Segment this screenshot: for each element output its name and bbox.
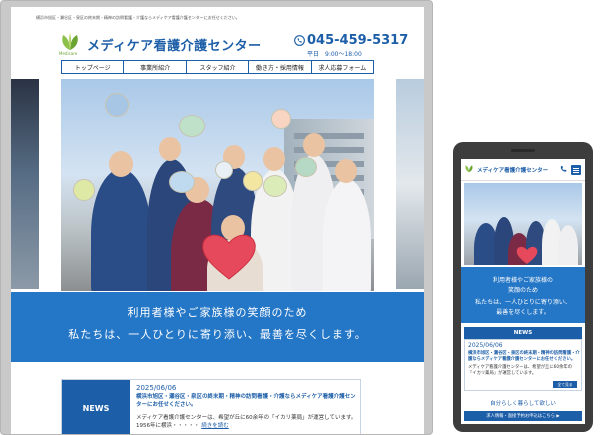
- mobile-footer-tagline: 自分らしく暮らして欲しい: [490, 401, 556, 407]
- mobile-news-label: NEWS: [464, 327, 582, 339]
- leaf-logo-icon[interactable]: [464, 164, 474, 173]
- stage: 横浜市旭区・瀬谷区・泉区の終末期・精神の訪問看護・介護ならメディケア看護介護セン…: [0, 0, 600, 435]
- banner-line-1: 利用者様やご家族様の笑顔のため: [127, 306, 308, 319]
- news-section: NEWS 2025/06/06 横浜市旭区・瀬谷区・泉区の終末期・精神の訪問看護…: [61, 379, 361, 434]
- smiley-sign-icon: [295, 157, 317, 177]
- smiley-sign-icon: [271, 109, 291, 129]
- site-tagline: 横浜市旭区・瀬谷区・泉区の終末期・精神の訪問看護・介護ならメディケア看護介護セン…: [36, 15, 240, 20]
- mobile-news-date: 2025/06/06: [468, 342, 503, 349]
- site-logo-text[interactable]: メディケア看護介護センター: [87, 35, 262, 54]
- recruit-apply-button[interactable]: 求人情報・面接予約お申込はこちら ▶: [464, 411, 582, 421]
- smiley-sign-icon: [215, 161, 233, 179]
- hamburger-menu-icon[interactable]: [571, 165, 581, 175]
- news-body-text: メディケア看護介護センターは、希望が丘に60余年の「イカリ薬局」が運営しています…: [136, 415, 357, 429]
- news-label: NEWS: [62, 380, 130, 434]
- mobile-banner-line-2: 笑顔のため: [507, 287, 538, 294]
- staff-head: [335, 159, 357, 183]
- news-title[interactable]: 横浜市旭区・瀬谷区・泉区の終末期・精神の訪問看護・介護ならメディケア看護介護セン…: [136, 393, 358, 409]
- hero-prev-slide[interactable]: [11, 79, 39, 289]
- mobile-banner-line-3: 私たちは、一人ひとりに寄り添い、: [475, 299, 571, 306]
- staff-figure: [91, 169, 151, 291]
- phone-icon[interactable]: [559, 165, 567, 173]
- phone-icon: [294, 35, 305, 46]
- mobile-banner-line-4: 最善を尽くします。: [496, 309, 550, 316]
- smiley-sign-icon: [73, 179, 95, 201]
- heart-sign-icon: [516, 246, 538, 265]
- hero-next-slide[interactable]: [396, 79, 424, 289]
- staff-head: [303, 133, 325, 157]
- nav-item-apply[interactable]: 求人応募フォーム: [310, 61, 375, 73]
- business-hours: 平日 9:00〜18:00: [307, 51, 362, 58]
- mobile-logo-text[interactable]: メディケア看護介護センター: [477, 166, 548, 174]
- phone-frame: メディケア看護介護センター 利用者様やご家族様の 笑顔のため 私たちは、一人ひと…: [453, 142, 593, 432]
- mobile-mission-banner: 利用者様やご家族様の 笑顔のため 私たちは、一人ひとりに寄り添い、 最善を尽くし…: [461, 267, 585, 323]
- banner-line-2: 私たちは、一人ひとりに寄り添い、最善を尽くします。: [68, 328, 367, 341]
- mobile-hero-photo: [464, 183, 582, 265]
- desktop-page: 横浜市旭区・瀬谷区・泉区の終末期・精神の訪問看護・介護ならメディケア看護介護セン…: [11, 7, 424, 434]
- global-nav: トップページ 事業所紹介 スタッフ紹介 働き方・採用情報 求人応募フォーム: [61, 60, 375, 74]
- nav-item-office[interactable]: 事業所紹介: [123, 61, 185, 73]
- smiley-sign-icon: [263, 175, 287, 197]
- phone-speaker: [511, 149, 535, 152]
- mission-banner: 利用者様やご家族様の笑顔のため 私たちは、一人ひとりに寄り添い、最善を尽くします…: [11, 292, 424, 362]
- desktop-frame: 横浜市旭区・瀬谷区・泉区の終末期・精神の訪問看護・介護ならメディケア看護介護セン…: [0, 0, 433, 435]
- mobile-banner-line-1: 利用者様やご家族様の: [492, 277, 553, 284]
- heart-sign-icon: [202, 234, 256, 280]
- nav-item-recruit[interactable]: 働き方・採用情報: [248, 61, 310, 73]
- staff-figure: [323, 179, 371, 291]
- smiley-sign-icon: [105, 93, 129, 117]
- smiley-sign-icon: [243, 171, 263, 191]
- staff-head: [159, 137, 181, 161]
- view-all-button[interactable]: 全て見る: [553, 381, 577, 388]
- smiley-sign-icon: [179, 115, 205, 137]
- logo-subtext: Medicare: [59, 51, 78, 56]
- staff-head: [109, 151, 133, 177]
- news-date: 2025/06/06: [136, 384, 177, 392]
- mobile-news-title[interactable]: 横浜市旭区・瀬谷区・泉区の終末期・精神の訪問看護・介護ならメディケア看護介護セン…: [468, 351, 580, 363]
- mobile-news-section: 2025/06/06 横浜市旭区・瀬谷区・泉区の終末期・精神の訪問看護・介護なら…: [464, 339, 582, 391]
- read-more-link[interactable]: 続きを読む: [201, 423, 229, 429]
- staff-head: [263, 147, 285, 171]
- mobile-news-body: メディケア看護介護センターは、希望が丘に60余年の「イカリ薬局」が運営しています…: [468, 365, 572, 376]
- phone-number[interactable]: 045-459-5317: [307, 33, 408, 48]
- phone-screen: メディケア看護介護センター 利用者様やご家族様の 笑顔のため 私たちは、一人ひと…: [461, 159, 585, 424]
- hero-photo: [61, 79, 374, 291]
- news-body: メディケア看護介護センターは、希望が丘に60余年の「イカリ薬局」が運営しています…: [136, 414, 358, 430]
- nav-item-top[interactable]: トップページ: [61, 61, 123, 73]
- mobile-header: メディケア看護介護センター: [461, 159, 585, 181]
- leaf-logo-icon[interactable]: [59, 33, 81, 51]
- smiley-sign-icon: [169, 171, 195, 193]
- staff-figure: [558, 225, 578, 265]
- nav-item-staff[interactable]: スタッフ紹介: [185, 61, 248, 73]
